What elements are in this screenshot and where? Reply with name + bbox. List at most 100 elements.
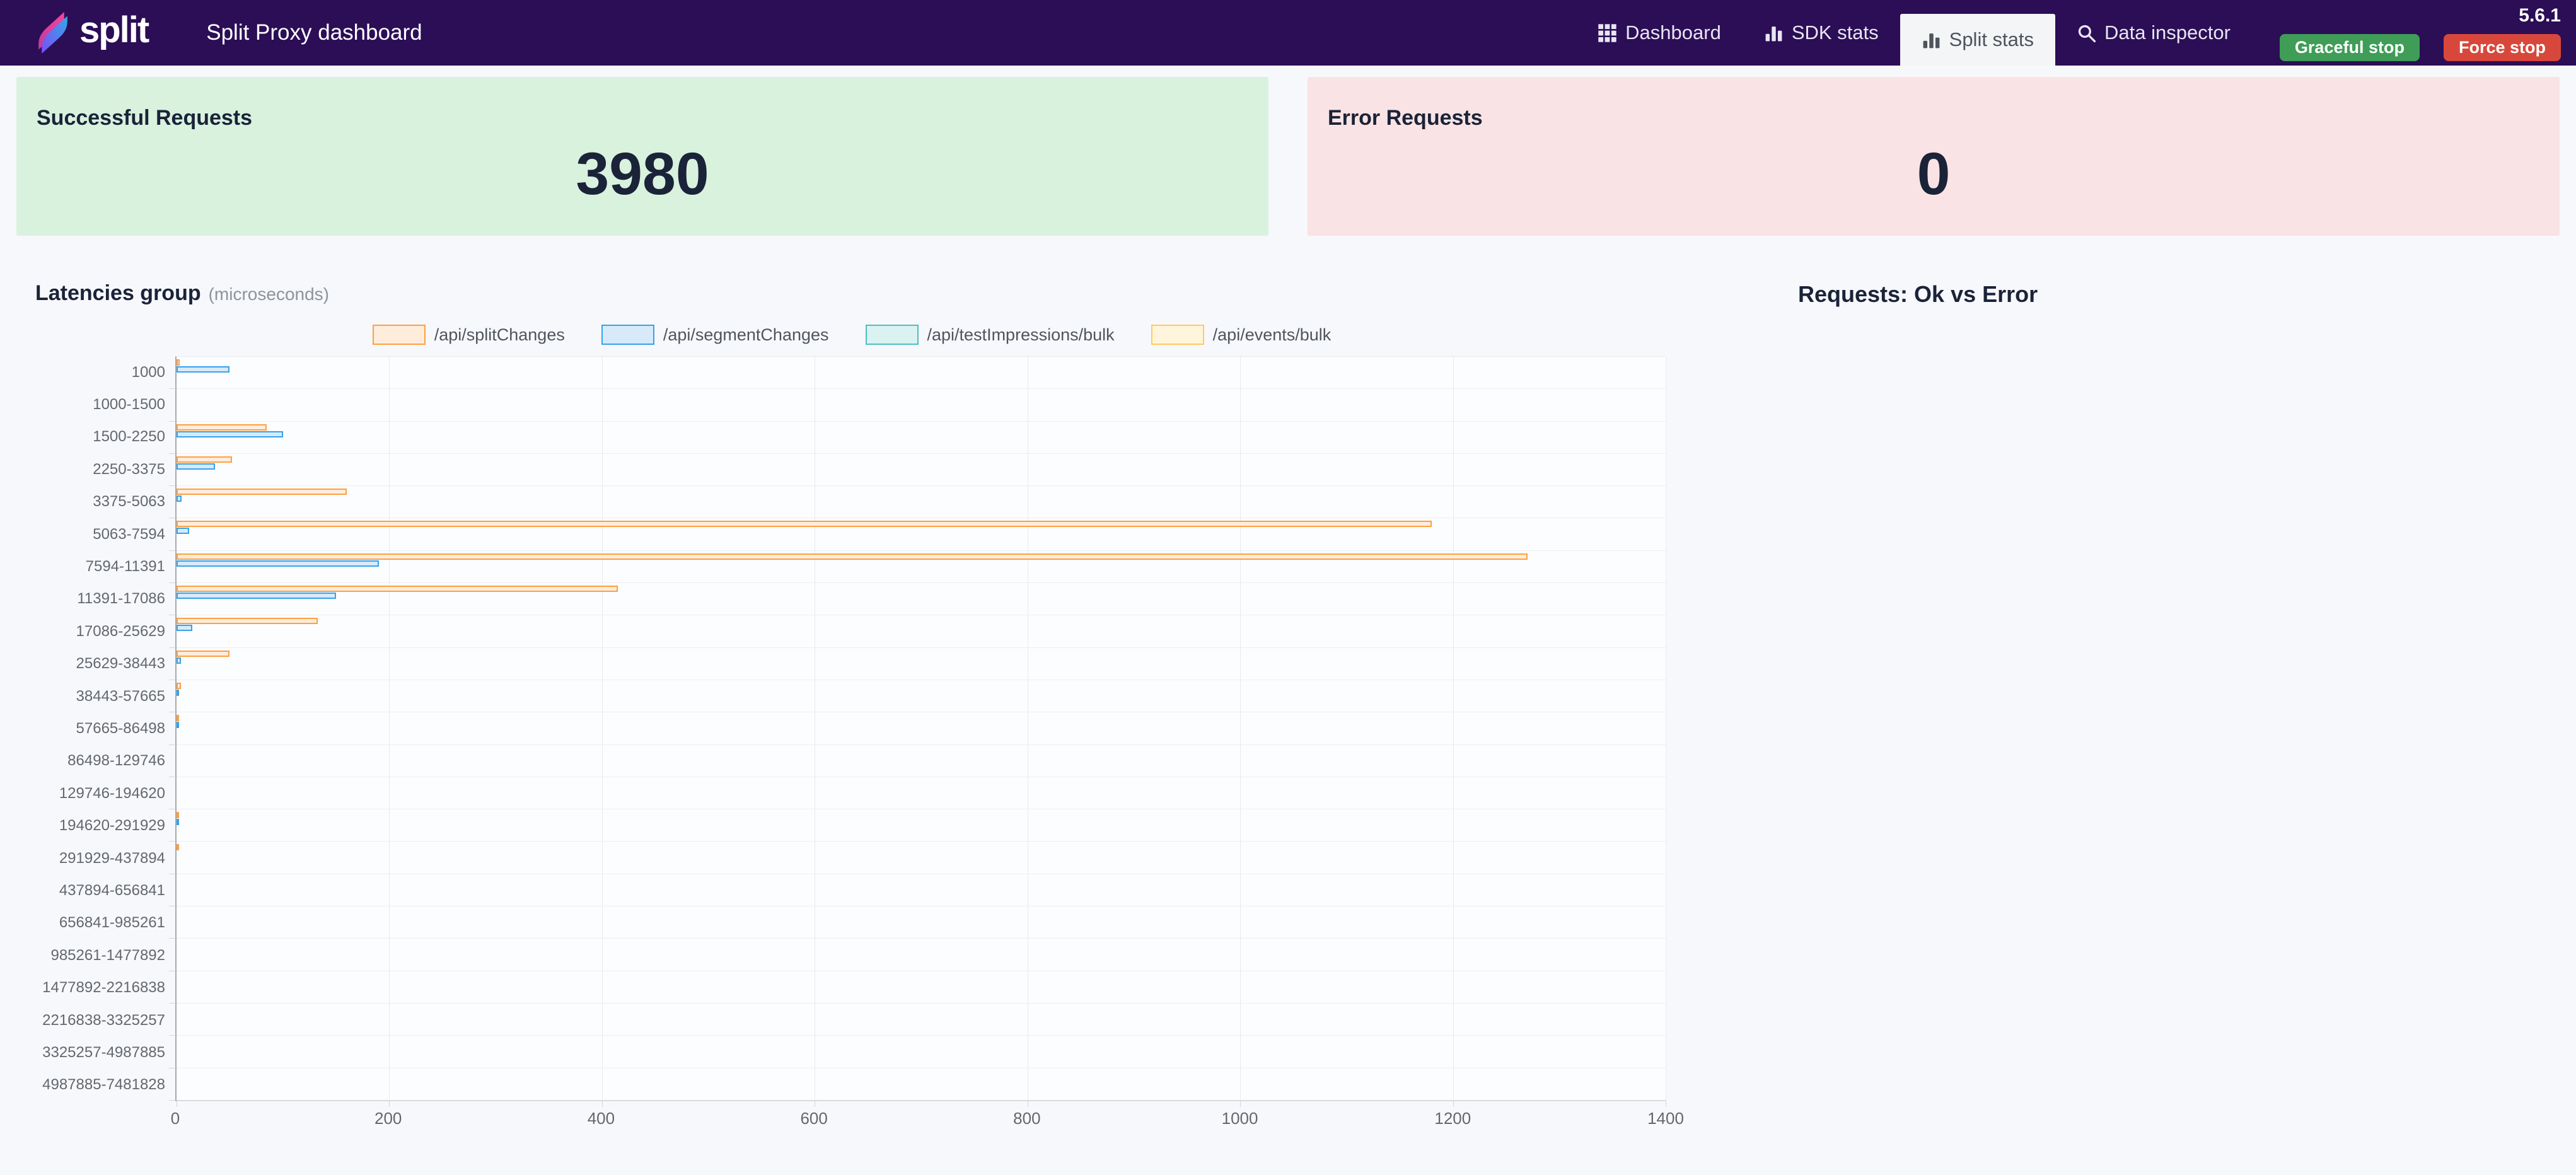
legend-item[interactable]: /api/testImpressions/bulk [865,325,1115,345]
split-logo-icon [38,12,67,54]
x-tick-label: 1400 [1647,1109,1684,1128]
latency-bar [177,586,618,593]
nav-item-label: Split stats [1949,28,2034,50]
y-tick-label: 3375-5063 [93,493,165,511]
latency-bar-empty [177,877,1666,883]
latency-bar [177,812,179,819]
y-tick-label: 86498-129746 [67,752,165,770]
latency-bar-empty [177,995,1666,1001]
legend-swatch [372,325,426,345]
latency-row [169,971,1666,1004]
graceful-stop-button[interactable]: Graceful stop [2279,33,2420,61]
latency-bar-empty [177,1071,1666,1077]
latency-bar [177,463,215,470]
latency-bar [177,650,230,657]
latency-row [169,454,1666,487]
latency-bar-empty [177,909,1666,915]
latency-row [169,874,1666,907]
latency-bar-empty [177,1092,1666,1098]
latency-bar-empty [177,948,1666,954]
latency-bar-empty [177,884,1666,890]
summary-cards: Successful Requests 3980 Error Requests … [16,77,2560,236]
latency-bar-empty [177,858,1666,864]
latency-row [169,809,1666,842]
latency-bar [177,625,193,632]
latency-bar [177,456,232,463]
latency-bar-empty [177,477,1666,483]
latency-bar-empty [177,736,1666,742]
y-tick-label: 1000 [131,363,165,381]
y-tick-label: 5063-7594 [93,525,165,543]
latency-bar-empty [177,1013,1666,1019]
latency-row [169,680,1666,713]
top-navbar: split Split Proxy dashboard Dashboard SD… [0,0,2576,66]
x-tick-label: 1000 [1221,1109,1258,1128]
latency-bar [177,682,181,689]
latency-bar-empty [177,787,1666,793]
latencies-heading: Latencies group (microseconds) [35,281,1687,306]
nav-item-data-inspector[interactable]: Data inspector [2055,0,2252,66]
force-stop-button[interactable]: Force stop [2443,33,2561,61]
latency-bar [177,521,1432,528]
latency-row [169,615,1666,648]
legend-label: /api/segmentChanges [663,325,829,344]
latency-row [169,777,1666,810]
latency-bar-empty [177,599,1666,606]
requests-heading: Requests: Ok vs Error [1798,281,2560,308]
latency-bar-empty [177,930,1666,936]
bar-chart-icon [1923,33,1940,48]
latency-bar [177,722,179,729]
latency-bar-empty [177,380,1666,386]
y-tick-label: 656841-985261 [59,914,165,932]
nav-item-split-stats[interactable]: Split stats [1900,14,2056,66]
y-tick-label: 1500-2250 [93,428,165,446]
latency-bar-empty [177,398,1666,405]
latency-row [169,712,1666,745]
latency-bar [177,657,181,664]
y-tick-label: 291929-437894 [59,849,165,867]
latency-bar-empty [177,780,1666,786]
latency-row [169,389,1666,422]
latency-bar [177,424,267,431]
latency-bar-empty [177,567,1666,574]
latency-bar [177,618,318,625]
latency-bar-empty [177,541,1666,548]
latency-bar [177,689,179,696]
nav-item-label: SDK stats [1791,21,1879,43]
latency-y-axis: 1000 1000-1500 1500-2250 2250-3375 3375-5063… [16,356,175,1101]
y-tick-label: 17086-25629 [76,622,165,640]
legend-item[interactable]: /api/segmentChanges [601,325,829,345]
y-tick-label: 38443-57665 [76,687,165,705]
latency-bar-empty [177,761,1666,768]
legend-swatch [601,325,654,345]
nav-item-label: Dashboard [1625,21,1721,43]
latency-bar-empty [177,955,1666,961]
x-tick-label: 200 [374,1109,402,1128]
successful-requests-title: Successful Requests [37,106,253,130]
bar-chart-icon [1765,26,1782,41]
latencies-subtitle: (microseconds) [208,284,329,304]
latency-bar-empty [177,1085,1666,1091]
y-tick-label: 129746-194620 [59,784,165,802]
latency-bar-empty [177,794,1666,800]
latency-bar-empty [177,1006,1666,1012]
split-logo[interactable]: split [37,12,149,54]
grid-icon [1598,23,1616,42]
latency-bar-empty [177,391,1666,398]
y-tick-label: 437894-656841 [59,881,165,899]
version-label: 5.6.1 [2519,4,2561,26]
latency-bar-empty [177,574,1666,581]
latency-bar-empty [177,438,1666,444]
latency-bar-empty [177,703,1666,710]
error-requests-value: 0 [1917,141,1951,207]
search-icon [2078,25,2096,42]
latency-row [169,357,1666,390]
latency-row [169,422,1666,454]
latency-bar-empty [177,373,1666,379]
legend-item[interactable]: /api/events/bulk [1151,325,1331,345]
legend-item[interactable]: /api/splitChanges [372,325,565,345]
latency-bar [177,431,283,437]
nav-item-sdk-stats[interactable]: SDK stats [1743,0,1900,66]
nav-item-dashboard[interactable]: Dashboard [1576,0,1743,66]
error-requests-title: Error Requests [1328,106,1483,130]
